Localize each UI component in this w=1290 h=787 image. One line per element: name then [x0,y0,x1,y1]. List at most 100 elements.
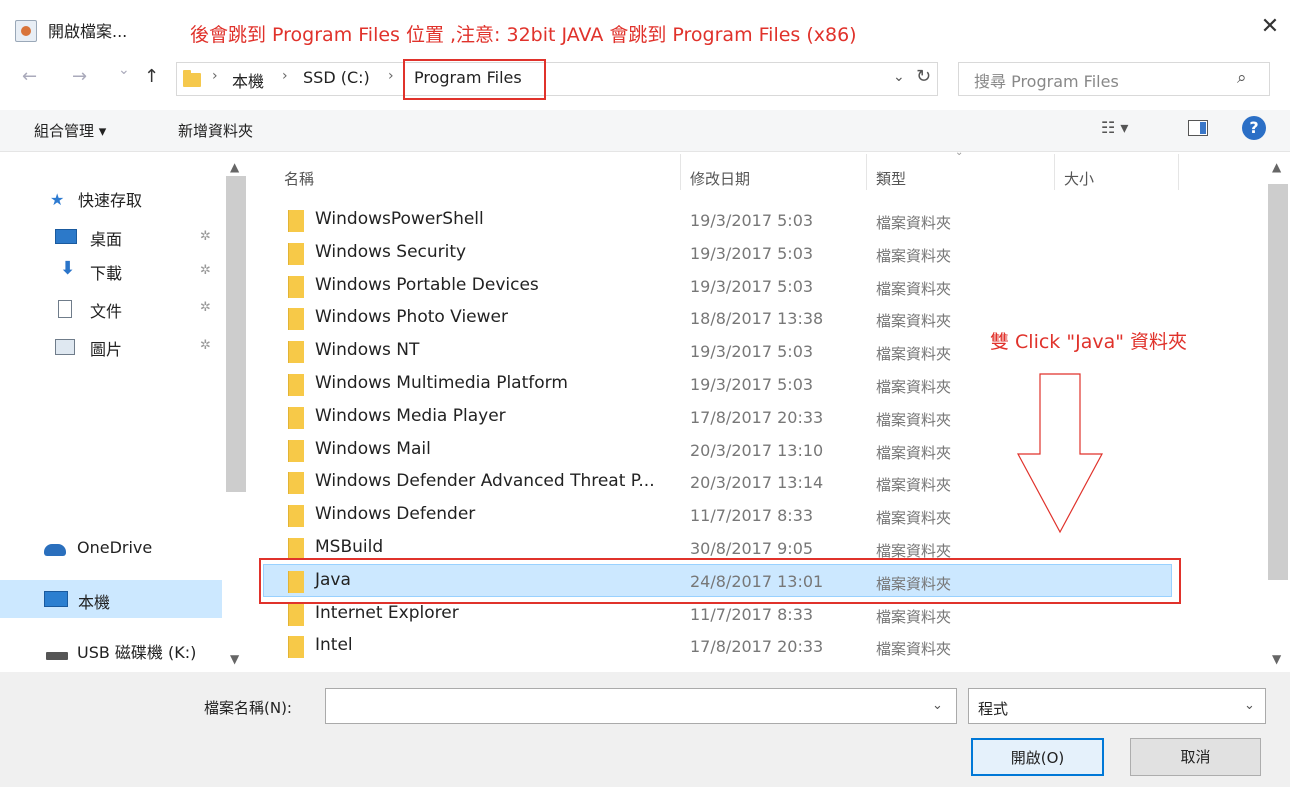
annotation-double-click-java: 雙 Click "Java" 資料夾 [990,331,1188,353]
folder-icon [288,505,304,527]
sidebar-item-documents[interactable]: 文件 [90,298,122,322]
annotation-highlight-box [403,59,546,100]
sidebar-item-onedrive[interactable]: OneDrive [77,538,152,557]
sort-indicator-icon: ⌄ [955,147,964,158]
folder-icon [288,276,304,298]
sidebar-item-pictures[interactable]: 圖片 [90,336,122,360]
filename-input[interactable] [325,688,957,724]
filetype-dropdown-icon[interactable]: ⌄ [1244,698,1255,713]
sidebar-item-quick-access[interactable]: 快速存取 [78,187,142,211]
pin-icon[interactable]: ✲ [200,338,211,353]
file-date: 20/3/2017 13:14 [690,473,824,492]
star-icon: ★ [50,190,65,209]
file-date: 19/3/2017 5:03 [690,277,814,296]
column-divider[interactable] [866,154,867,190]
filetype-select[interactable] [968,688,1266,724]
search-icon[interactable]: ⌕ [1237,68,1247,88]
folder-icon [183,70,201,87]
breadcrumb-separator: › [212,68,218,84]
help-icon[interactable]: ? [1242,116,1266,140]
folder-icon [288,210,304,232]
breadcrumb-ssd[interactable]: SSD (C:) [303,68,370,87]
forward-icon[interactable]: → [72,66,87,87]
column-divider[interactable] [1054,154,1055,190]
onedrive-icon [44,544,66,556]
java-app-icon [15,20,37,42]
sidebar-item-this-pc[interactable]: 本機 [78,589,110,613]
address-dropdown-icon[interactable]: ⌄ [893,69,905,85]
breadcrumb-separator: › [282,68,288,84]
scroll-down-icon[interactable]: ▼ [230,652,239,666]
sidebar-item-desktop[interactable]: 桌面 [90,226,122,250]
new-folder-button[interactable]: 新增資料夾 [178,120,253,141]
recent-locations-icon[interactable]: ⌄ [118,62,130,78]
file-date: 30/8/2017 9:05 [690,539,814,558]
file-date: 19/3/2017 5:03 [690,244,814,263]
pin-icon[interactable]: ✲ [200,229,211,244]
breadcrumb-this-pc[interactable]: 本機 [232,68,264,92]
organize-button[interactable]: 組合管理 ▾ [34,120,106,141]
file-type: 檔案資料夾 [876,608,952,626]
sidebar-item-usb[interactable]: USB 磁碟機 (K:) [77,639,196,663]
file-name: Windows Media Player [315,406,506,426]
address-bar[interactable] [176,62,938,96]
folder-icon [288,243,304,265]
file-date: 17/8/2017 20:33 [690,408,824,427]
file-date: 20/3/2017 13:10 [690,441,824,460]
pin-icon[interactable]: ✲ [200,300,211,315]
this-pc-icon [44,591,68,607]
column-header-date[interactable]: 修改日期 [690,168,750,189]
back-icon[interactable]: ← [22,66,37,87]
file-name: WindowsPowerShell [315,209,484,229]
scroll-up-icon[interactable]: ▲ [230,160,239,174]
column-header-size[interactable]: 大小 [1064,168,1094,189]
folder-icon [288,374,304,396]
column-divider[interactable] [680,154,681,190]
close-icon[interactable]: ✕ [1255,12,1285,42]
file-date: 19/3/2017 5:03 [690,375,814,394]
column-header-name[interactable]: 名稱 [284,168,314,189]
sidebar-scroll-thumb[interactable] [226,176,246,492]
scroll-down-icon[interactable]: ▼ [1272,652,1281,666]
file-type: 檔案資料夾 [876,345,952,363]
breadcrumb-separator: › [388,68,394,84]
folder-icon [288,604,304,626]
filename-dropdown-icon[interactable]: ⌄ [932,698,943,713]
file-name: Windows Mail [315,439,431,459]
sidebar-selection [0,580,222,618]
pin-icon[interactable]: ✲ [200,263,211,278]
column-header-type[interactable]: 類型 [876,168,906,189]
folder-icon [288,636,304,658]
folder-icon [288,308,304,330]
file-name: Windows Portable Devices [315,275,539,295]
filename-label: 檔案名稱(N): [204,699,292,717]
file-date: 19/3/2017 5:03 [690,342,814,361]
file-name: Windows Multimedia Platform [315,373,568,393]
view-options-icon[interactable]: ☷ ▾ [1101,118,1128,137]
preview-pane-icon[interactable] [1188,120,1208,136]
filetype-value: 程式 [978,700,1009,718]
file-name: Windows Defender Advanced Threat P... [315,471,655,491]
folder-icon [288,341,304,363]
file-date: 19/3/2017 5:03 [690,211,814,230]
refresh-icon[interactable]: ↻ [916,66,931,87]
file-list-scroll-thumb[interactable] [1268,184,1288,580]
window-title: 開啟檔案... [48,22,128,41]
file-date: 17/8/2017 20:33 [690,637,824,656]
file-type: 檔案資料夾 [876,280,952,298]
open-button[interactable]: 開啟(O) [971,738,1104,776]
pictures-icon [55,339,75,355]
document-icon [58,300,72,318]
file-name: Windows Photo Viewer [315,307,508,327]
file-type: 檔案資料夾 [876,214,952,232]
download-icon: ⬇ [60,258,76,279]
cancel-button[interactable]: 取消 [1130,738,1261,776]
up-icon[interactable]: ↑ [144,66,159,87]
file-type: 檔案資料夾 [876,247,952,265]
file-type: 檔案資料夾 [876,509,952,527]
file-date: 18/8/2017 13:38 [690,309,824,328]
file-type: 檔案資料夾 [876,378,952,396]
scroll-up-icon[interactable]: ▲ [1272,160,1281,174]
sidebar-item-downloads[interactable]: 下載 [90,260,122,284]
column-divider[interactable] [1178,154,1179,190]
